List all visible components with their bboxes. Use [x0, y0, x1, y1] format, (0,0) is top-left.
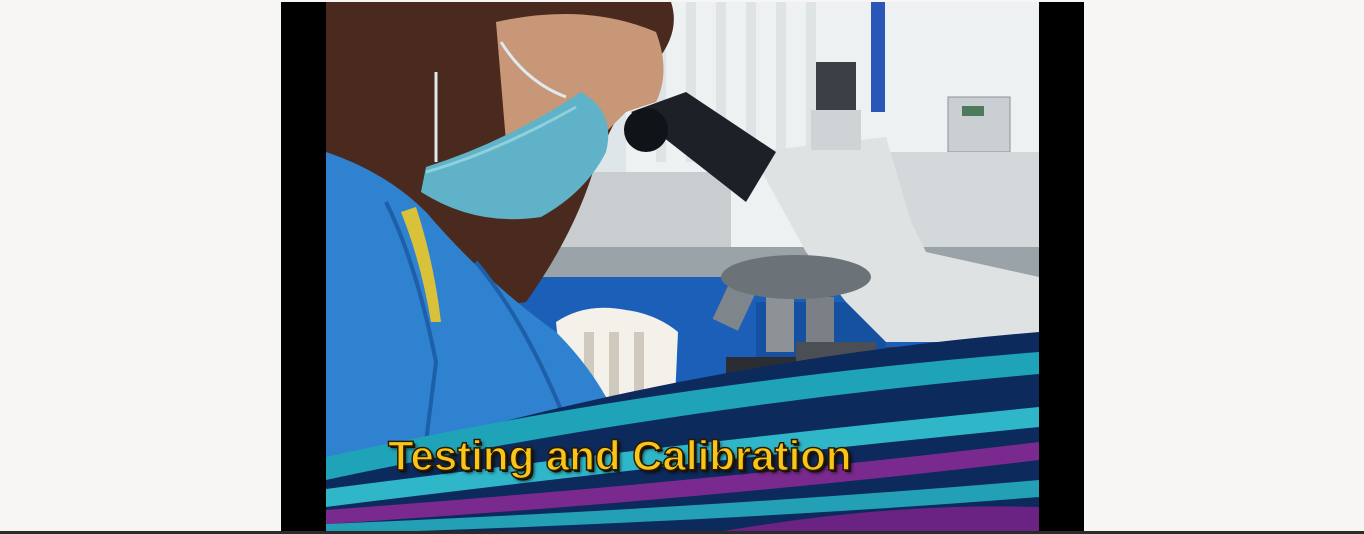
video-frame[interactable]: Testing and Calibration — [326, 2, 1039, 534]
page: Testing and Calibration — [0, 0, 1364, 534]
video-player[interactable]: Testing and Calibration — [281, 2, 1084, 534]
video-caption: Testing and Calibration — [387, 431, 852, 480]
